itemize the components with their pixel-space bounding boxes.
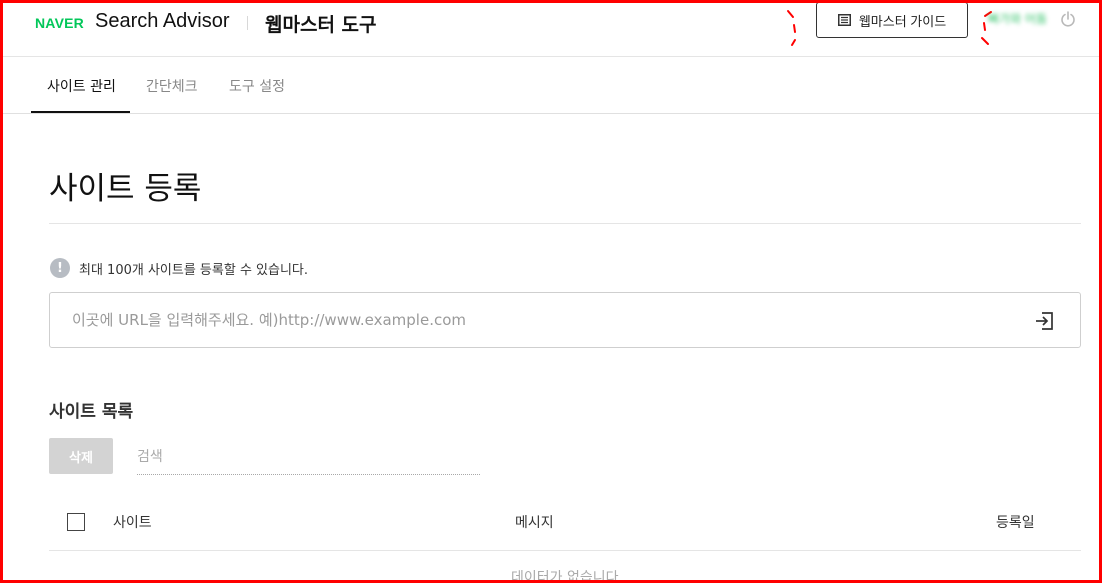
site-url-input[interactable] [72,293,1012,347]
naver-logo[interactable]: NAVER [35,15,84,31]
url-input-box [49,292,1081,348]
page-title: 사이트 등록 [49,171,202,207]
webmaster-guide-label: 웹마스터 가이드 [858,13,947,29]
site-limit-notice: ! 최대 100개 사이트를 등록할 수 있습니다. [50,258,308,278]
empty-table-message: 데이터가 없습니다 [511,570,619,583]
select-all-checkbox[interactable] [67,513,85,531]
column-message[interactable]: 메시지 [515,512,554,532]
power-icon[interactable] [1060,11,1076,27]
delete-button[interactable]: 삭제 [49,438,113,474]
notice-text: 최대 100개 사이트를 등록할 수 있습니다. [79,262,309,278]
tab-tool-settings[interactable]: 도구 설정 [229,76,285,96]
info-icon: ! [50,258,70,278]
site-table-header: 사이트 메시지 등록일 [49,494,1081,551]
header: NAVER Search Advisor 웹마스터 도구 웹마스터 가이드 빠가… [0,0,1102,57]
tool-title[interactable]: 웹마스터 도구 [265,10,377,37]
title-divider [49,223,1081,224]
book-icon [837,14,851,26]
tab-site-management[interactable]: 사이트 관리 [47,76,116,96]
active-tab-indicator [31,111,130,113]
site-list-title: 사이트 목록 [49,402,134,422]
annotation-mark-left [787,10,796,46]
user-name[interactable]: 빠가와 어둠 [988,10,1047,27]
product-name[interactable]: Search Advisor [95,10,230,33]
enter-icon[interactable] [1033,310,1055,332]
main-tabs: 사이트 관리 간단체크 도구 설정 [0,57,1102,114]
webmaster-guide-button[interactable]: 웹마스터 가이드 [816,2,968,38]
column-registered-date[interactable]: 등록일 [996,512,1035,532]
column-site[interactable]: 사이트 [113,512,152,532]
site-search-input[interactable] [137,440,480,475]
tab-simple-check[interactable]: 간단체크 [146,76,198,96]
header-divider [247,16,248,30]
